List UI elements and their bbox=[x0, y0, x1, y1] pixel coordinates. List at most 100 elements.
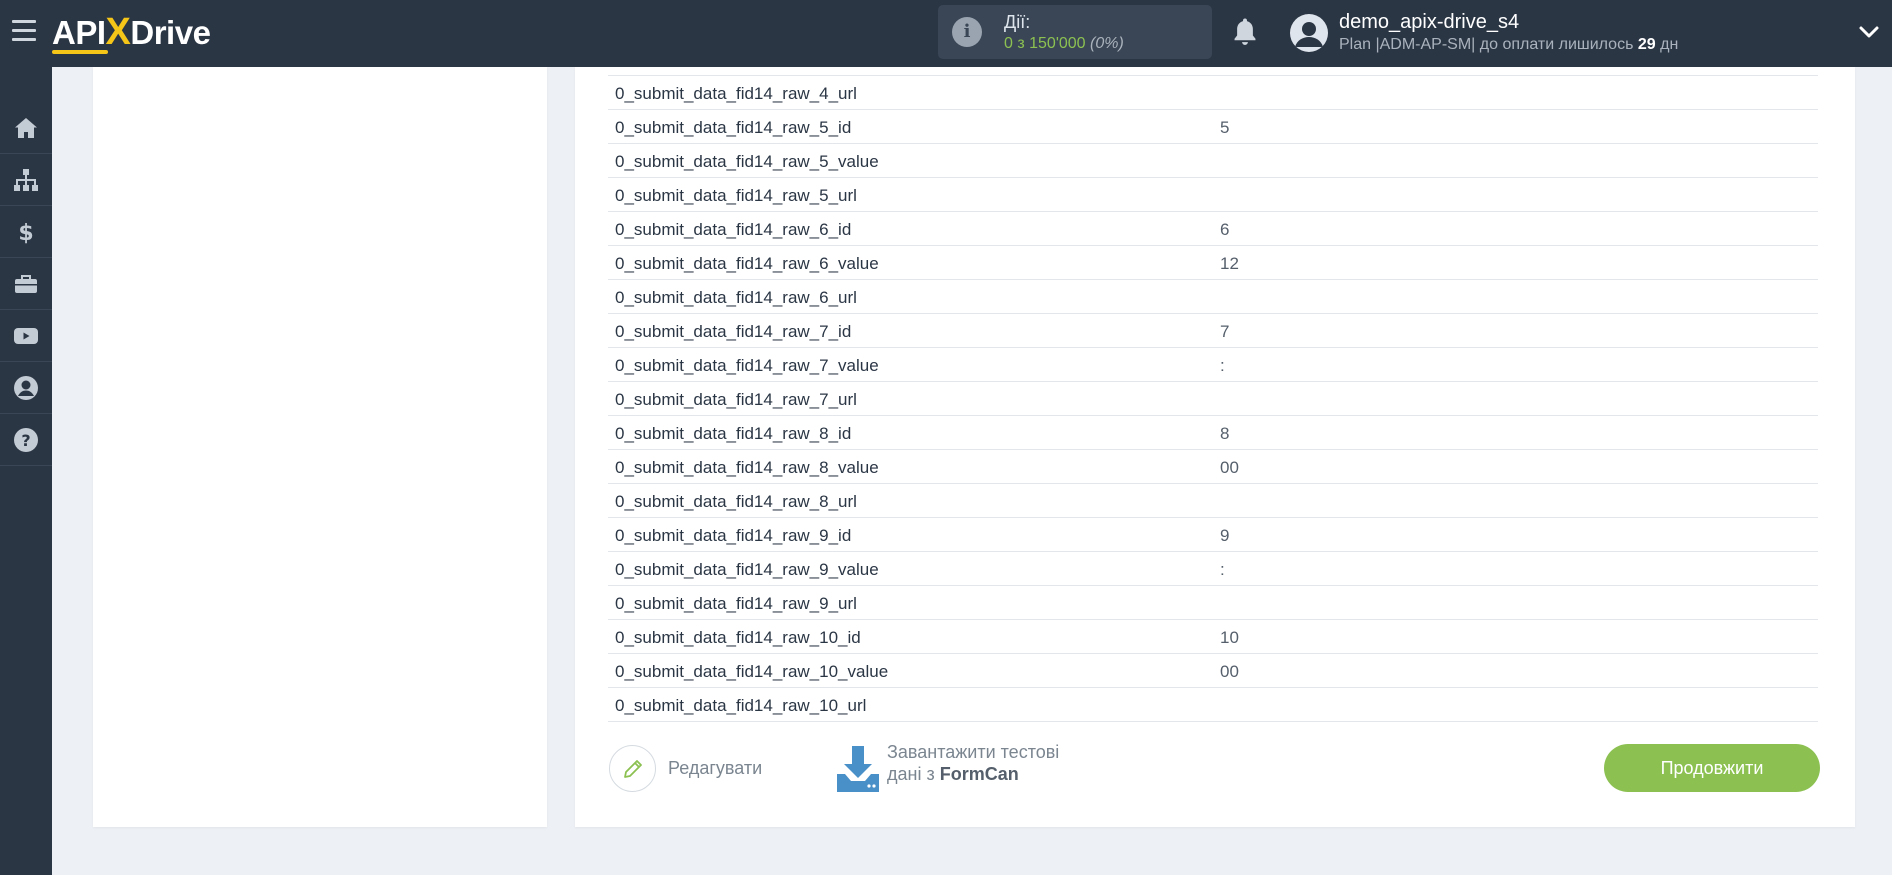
table-row: 0_submit_data_fid14_raw_7_value: bbox=[608, 348, 1818, 382]
actions-percent: (0%) bbox=[1090, 35, 1124, 52]
field-name: 0_submit_data_fid14_raw_10_id bbox=[615, 628, 861, 647]
field-name: 0_submit_data_fid14_raw_7_value bbox=[615, 356, 879, 375]
top-bar: APIXDrive i Дії: 0 з 150'000 (0%) demo_a… bbox=[0, 0, 1892, 67]
field-name: 0_submit_data_fid14_raw_5_url bbox=[615, 186, 857, 205]
plan-suffix: дн bbox=[1655, 36, 1679, 53]
user-name[interactable]: demo_apix-drive_s4 bbox=[1339, 11, 1519, 34]
field-name: 0_submit_data_fid14_raw_10_url bbox=[615, 696, 867, 715]
field-name: 0_submit_data_fid14_raw_7_url bbox=[615, 390, 857, 409]
logo-underline bbox=[52, 50, 108, 54]
load-label-source: FormCan bbox=[939, 764, 1019, 784]
info-icon: i bbox=[952, 17, 982, 47]
table-row: 0_submit_data_fid14_raw_10_url bbox=[608, 688, 1818, 722]
field-value: 00 bbox=[1220, 458, 1239, 477]
table-row: 0_submit_data_fid14_raw_6_id 6 bbox=[608, 212, 1818, 246]
bell-icon[interactable] bbox=[1230, 16, 1260, 48]
table-row: 0_submit_data_fid14_raw_6_url bbox=[608, 280, 1818, 314]
table-row: 0_submit_data_fid14_raw_9_value: bbox=[608, 552, 1818, 586]
continue-button[interactable]: Продовжити bbox=[1604, 744, 1820, 792]
table-row: 0_submit_data_fid14_raw_4_url bbox=[608, 76, 1818, 110]
table-row: 0_submit_data_fid14_raw_7_id 7 bbox=[608, 314, 1818, 348]
sidebar-item-billing[interactable]: $ bbox=[0, 207, 52, 258]
sidebar-item-profile[interactable] bbox=[0, 363, 52, 414]
table-row: 0_submit_data_fid14_raw_8_id 8 bbox=[608, 416, 1818, 450]
actions-label: Дії: bbox=[1004, 12, 1031, 32]
actions-counter[interactable]: i Дії: 0 з 150'000 (0%) bbox=[938, 5, 1212, 59]
svg-text:$: $ bbox=[18, 221, 33, 245]
actions-count: 0 з 150'000 bbox=[1004, 35, 1086, 52]
field-name: 0_submit_data_fid14_raw_9_value bbox=[615, 560, 879, 579]
field-name: 0_submit_data_fid14_raw_8_id bbox=[615, 424, 852, 443]
user-plan: Plan |ADM-AP-SM| до оплати лишилось 29 д… bbox=[1339, 36, 1678, 54]
field-name: 0_submit_data_fid14_raw_4_url bbox=[615, 84, 857, 103]
table-row: 0_submit_data_fid14_raw_10_id 10 bbox=[608, 620, 1818, 654]
sidebar-item-services[interactable] bbox=[0, 259, 52, 310]
avatar[interactable] bbox=[1290, 14, 1328, 52]
dollar-icon: $ bbox=[18, 221, 33, 245]
field-value: 5 bbox=[1220, 118, 1230, 137]
edit-label: Редагувати bbox=[668, 758, 763, 778]
plan-days: 29 bbox=[1637, 36, 1656, 53]
logo-x: X bbox=[105, 11, 131, 53]
field-name: 0_submit_data_fid14_raw_6_id bbox=[615, 220, 852, 239]
field-name: 0_submit_data_fid14_raw_6_url bbox=[615, 288, 857, 307]
main-panel: 0_submit_data_fid14_raw_4_url 0_submit_da… bbox=[575, 67, 1855, 827]
menu-icon[interactable] bbox=[12, 20, 36, 42]
sidebar-item-connections[interactable] bbox=[0, 155, 52, 206]
user-icon bbox=[14, 376, 38, 400]
sidebar-item-home[interactable] bbox=[0, 103, 52, 154]
actions-value: 0 з 150'000 (0%) bbox=[1004, 35, 1124, 53]
table-row: 0_submit_data_fid14_raw_9_url bbox=[608, 586, 1818, 620]
table-row: 0_submit_data_fid14_raw_10_value 00 bbox=[608, 654, 1818, 688]
field-value: : bbox=[1220, 356, 1225, 375]
field-value: 10 bbox=[1220, 628, 1239, 647]
table-row: 0_submit_data_fid14_raw_8_url bbox=[608, 484, 1818, 518]
logo-api: API bbox=[52, 14, 106, 51]
table-row: 0_submit_data_fid14_raw_7_url bbox=[608, 382, 1818, 416]
table-row: 0_submit_data_fid14_raw_5_id 5 bbox=[608, 110, 1818, 144]
field-name: 0_submit_data_fid14_raw_9_id bbox=[615, 526, 852, 545]
field-value: 12 bbox=[1220, 254, 1239, 273]
table-row: 0_submit_data_fid14_raw_8_value 00 bbox=[608, 450, 1818, 484]
field-name: 0_submit_data_fid14_raw_7_id bbox=[615, 322, 852, 341]
load-label-prefix: дані з bbox=[887, 764, 940, 784]
field-value: : bbox=[1220, 560, 1225, 579]
edit-button[interactable]: Редагувати bbox=[609, 745, 809, 793]
load-label-line1: Завантажити тестові bbox=[887, 742, 1060, 762]
sidebar: $ ? bbox=[0, 67, 52, 875]
help-icon: ? bbox=[14, 428, 38, 452]
field-name: 0_submit_data_fid14_raw_5_value bbox=[615, 152, 879, 171]
chevron-down-icon[interactable] bbox=[1858, 22, 1880, 42]
left-panel bbox=[93, 67, 547, 827]
table-row: 0_submit_data_fid14_raw_5_url bbox=[608, 178, 1818, 212]
table-row: 0_submit_data_fid14_raw_5_value bbox=[608, 144, 1818, 178]
field-value: 6 bbox=[1220, 220, 1230, 239]
field-name: 0_submit_data_fid14_raw_6_value bbox=[615, 254, 879, 273]
field-name: 0_submit_data_fid14_raw_10_value bbox=[615, 662, 889, 681]
load-test-data-button[interactable]: Завантажити тестові дані з FormCan bbox=[835, 740, 1115, 796]
youtube-icon bbox=[14, 328, 38, 344]
logo-drive: Drive bbox=[130, 14, 211, 51]
pencil-icon bbox=[624, 760, 642, 778]
field-name: 0_submit_data_fid14_raw_8_value bbox=[615, 458, 879, 477]
sitemap-icon bbox=[14, 169, 38, 191]
field-name: 0_submit_data_fid14_raw_8_url bbox=[615, 492, 857, 511]
field-value: 00 bbox=[1220, 662, 1239, 681]
svg-text:?: ? bbox=[21, 431, 30, 450]
field-name: 0_submit_data_fid14_raw_5_id bbox=[615, 118, 852, 137]
field-value: 7 bbox=[1220, 322, 1230, 341]
sidebar-item-video[interactable] bbox=[0, 311, 52, 362]
briefcase-icon bbox=[15, 275, 37, 293]
sidebar-item-help[interactable]: ? bbox=[0, 415, 52, 466]
data-table: 0_submit_data_fid14_raw_4_url 0_submit_da… bbox=[608, 75, 1818, 722]
plan-text: Plan |ADM-AP-SM| до оплати лишилось bbox=[1339, 36, 1638, 53]
edit-circle bbox=[609, 745, 656, 792]
logo[interactable]: APIXDrive bbox=[52, 11, 211, 54]
field-value: 8 bbox=[1220, 424, 1230, 443]
field-name: 0_submit_data_fid14_raw_9_url bbox=[615, 594, 857, 613]
load-label-line2: дані з FormCan bbox=[887, 764, 1019, 785]
table-row: 0_submit_data_fid14_raw_6_value 12 bbox=[608, 246, 1818, 280]
field-value: 9 bbox=[1220, 526, 1230, 545]
download-icon bbox=[837, 746, 879, 792]
table-row: 0_submit_data_fid14_raw_9_id 9 bbox=[608, 518, 1818, 552]
